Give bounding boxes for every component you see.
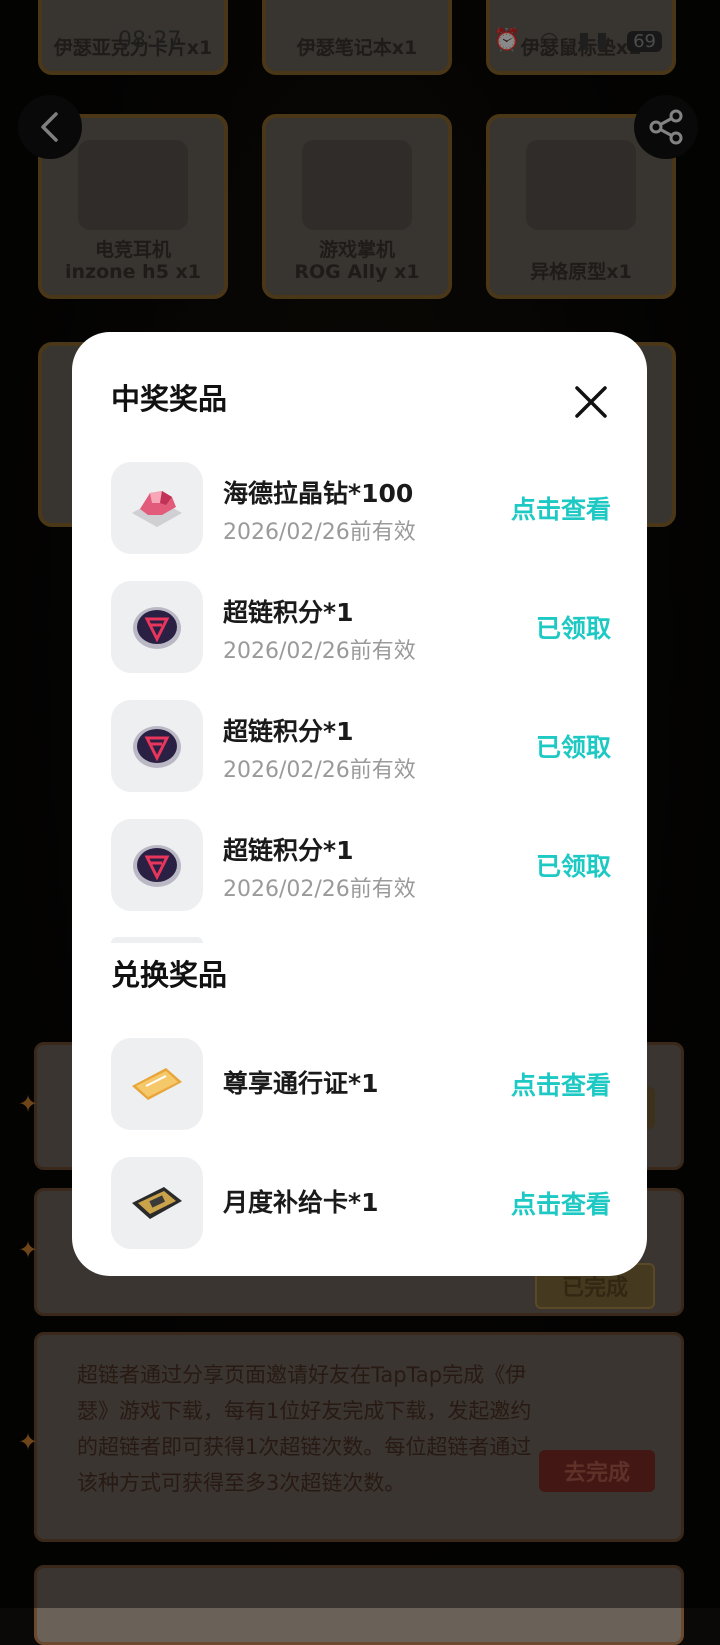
item-name: 超链积分*1 — [223, 717, 354, 746]
list-item: 超链积分*1 2026/02/26前有效 已领取 — [111, 819, 611, 911]
item-name: 尊享通行证*1 — [223, 1069, 379, 1098]
item-name: 月度补给卡*1 — [223, 1188, 379, 1217]
item-date: 2026/02/26前有效 — [223, 877, 416, 902]
item-name: 超链积分*1 — [223, 836, 354, 865]
claimed-status: 已领取 — [535, 733, 611, 762]
close-button[interactable] — [573, 384, 609, 420]
won-prizes-title: 中奖奖品 — [111, 382, 228, 416]
exchange-prizes-title: 兑换奖品 — [111, 958, 228, 992]
pass-ticket-icon — [111, 1038, 203, 1130]
item-date: 2026/02/26前有效 — [223, 639, 416, 664]
points-coin-icon — [111, 581, 203, 673]
list-item-peek — [111, 937, 203, 943]
crystal-icon — [111, 462, 203, 554]
list-item: 海德拉晶钻*100 2026/02/26前有效 点击查看 — [111, 462, 611, 554]
list-item: 尊享通行证*1 点击查看 — [111, 1038, 611, 1130]
item-name: 超链积分*1 — [223, 598, 354, 627]
item-date: 2026/02/26前有效 — [223, 520, 416, 545]
points-coin-icon — [111, 819, 203, 911]
item-date: 2026/02/26前有效 — [223, 758, 416, 783]
supply-card-icon — [111, 1157, 203, 1249]
list-item: 超链积分*1 2026/02/26前有效 已领取 — [111, 700, 611, 792]
view-button[interactable]: 点击查看 — [511, 1185, 611, 1221]
close-icon — [575, 386, 607, 418]
list-item: 月度补给卡*1 点击查看 — [111, 1157, 611, 1249]
prizes-modal: 中奖奖品 海德拉晶钻*100 2026/02/26前有效 点击查看 超链积分*1… — [72, 332, 647, 1276]
view-button[interactable]: 点击查看 — [511, 490, 611, 526]
item-name: 海德拉晶钻*100 — [223, 479, 414, 508]
list-item: 超链积分*1 2026/02/26前有效 已领取 — [111, 581, 611, 673]
view-button[interactable]: 点击查看 — [511, 1066, 611, 1102]
points-coin-icon — [111, 700, 203, 792]
claimed-status: 已领取 — [535, 614, 611, 643]
claimed-status: 已领取 — [535, 852, 611, 881]
